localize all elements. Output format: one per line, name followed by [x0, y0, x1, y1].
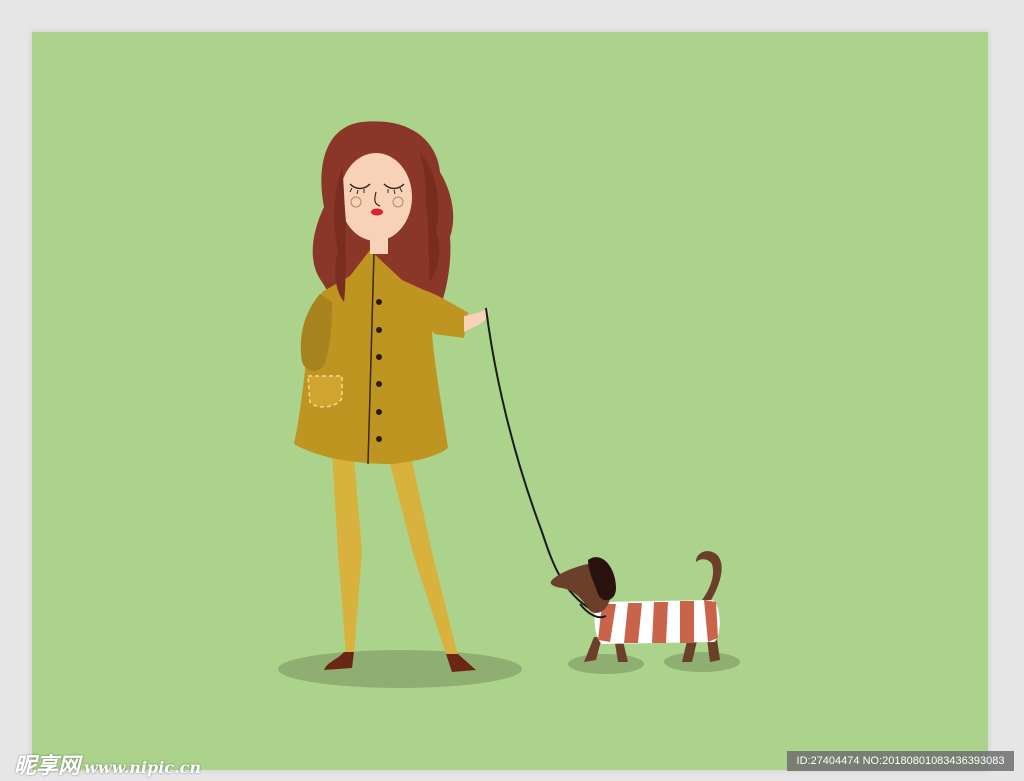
coat-button: [376, 436, 382, 442]
background: [32, 32, 988, 770]
coat-button: [376, 409, 382, 415]
coat-button: [376, 299, 382, 305]
coat-button: [376, 327, 382, 333]
girl-shadow: [278, 650, 522, 688]
illustration-svg: [32, 32, 988, 770]
coat-pocket: [307, 375, 343, 408]
watermark-logo-url: www.nipic.cn: [84, 758, 201, 777]
dog-front-shadow: [568, 654, 644, 674]
nipic-watermark-logo: 昵享网 www.nipic.cn: [14, 748, 201, 780]
coat-button: [376, 354, 382, 360]
dog-back-shadow: [664, 652, 740, 672]
image-id-stamp: ID:27404474 NO:20180801083436393083: [787, 751, 1014, 771]
illustration-canvas: [32, 32, 988, 770]
lips: [371, 208, 383, 216]
coat-button: [376, 381, 382, 387]
face: [340, 153, 412, 241]
watermark-logo-cn: 昵享网: [14, 754, 81, 779]
